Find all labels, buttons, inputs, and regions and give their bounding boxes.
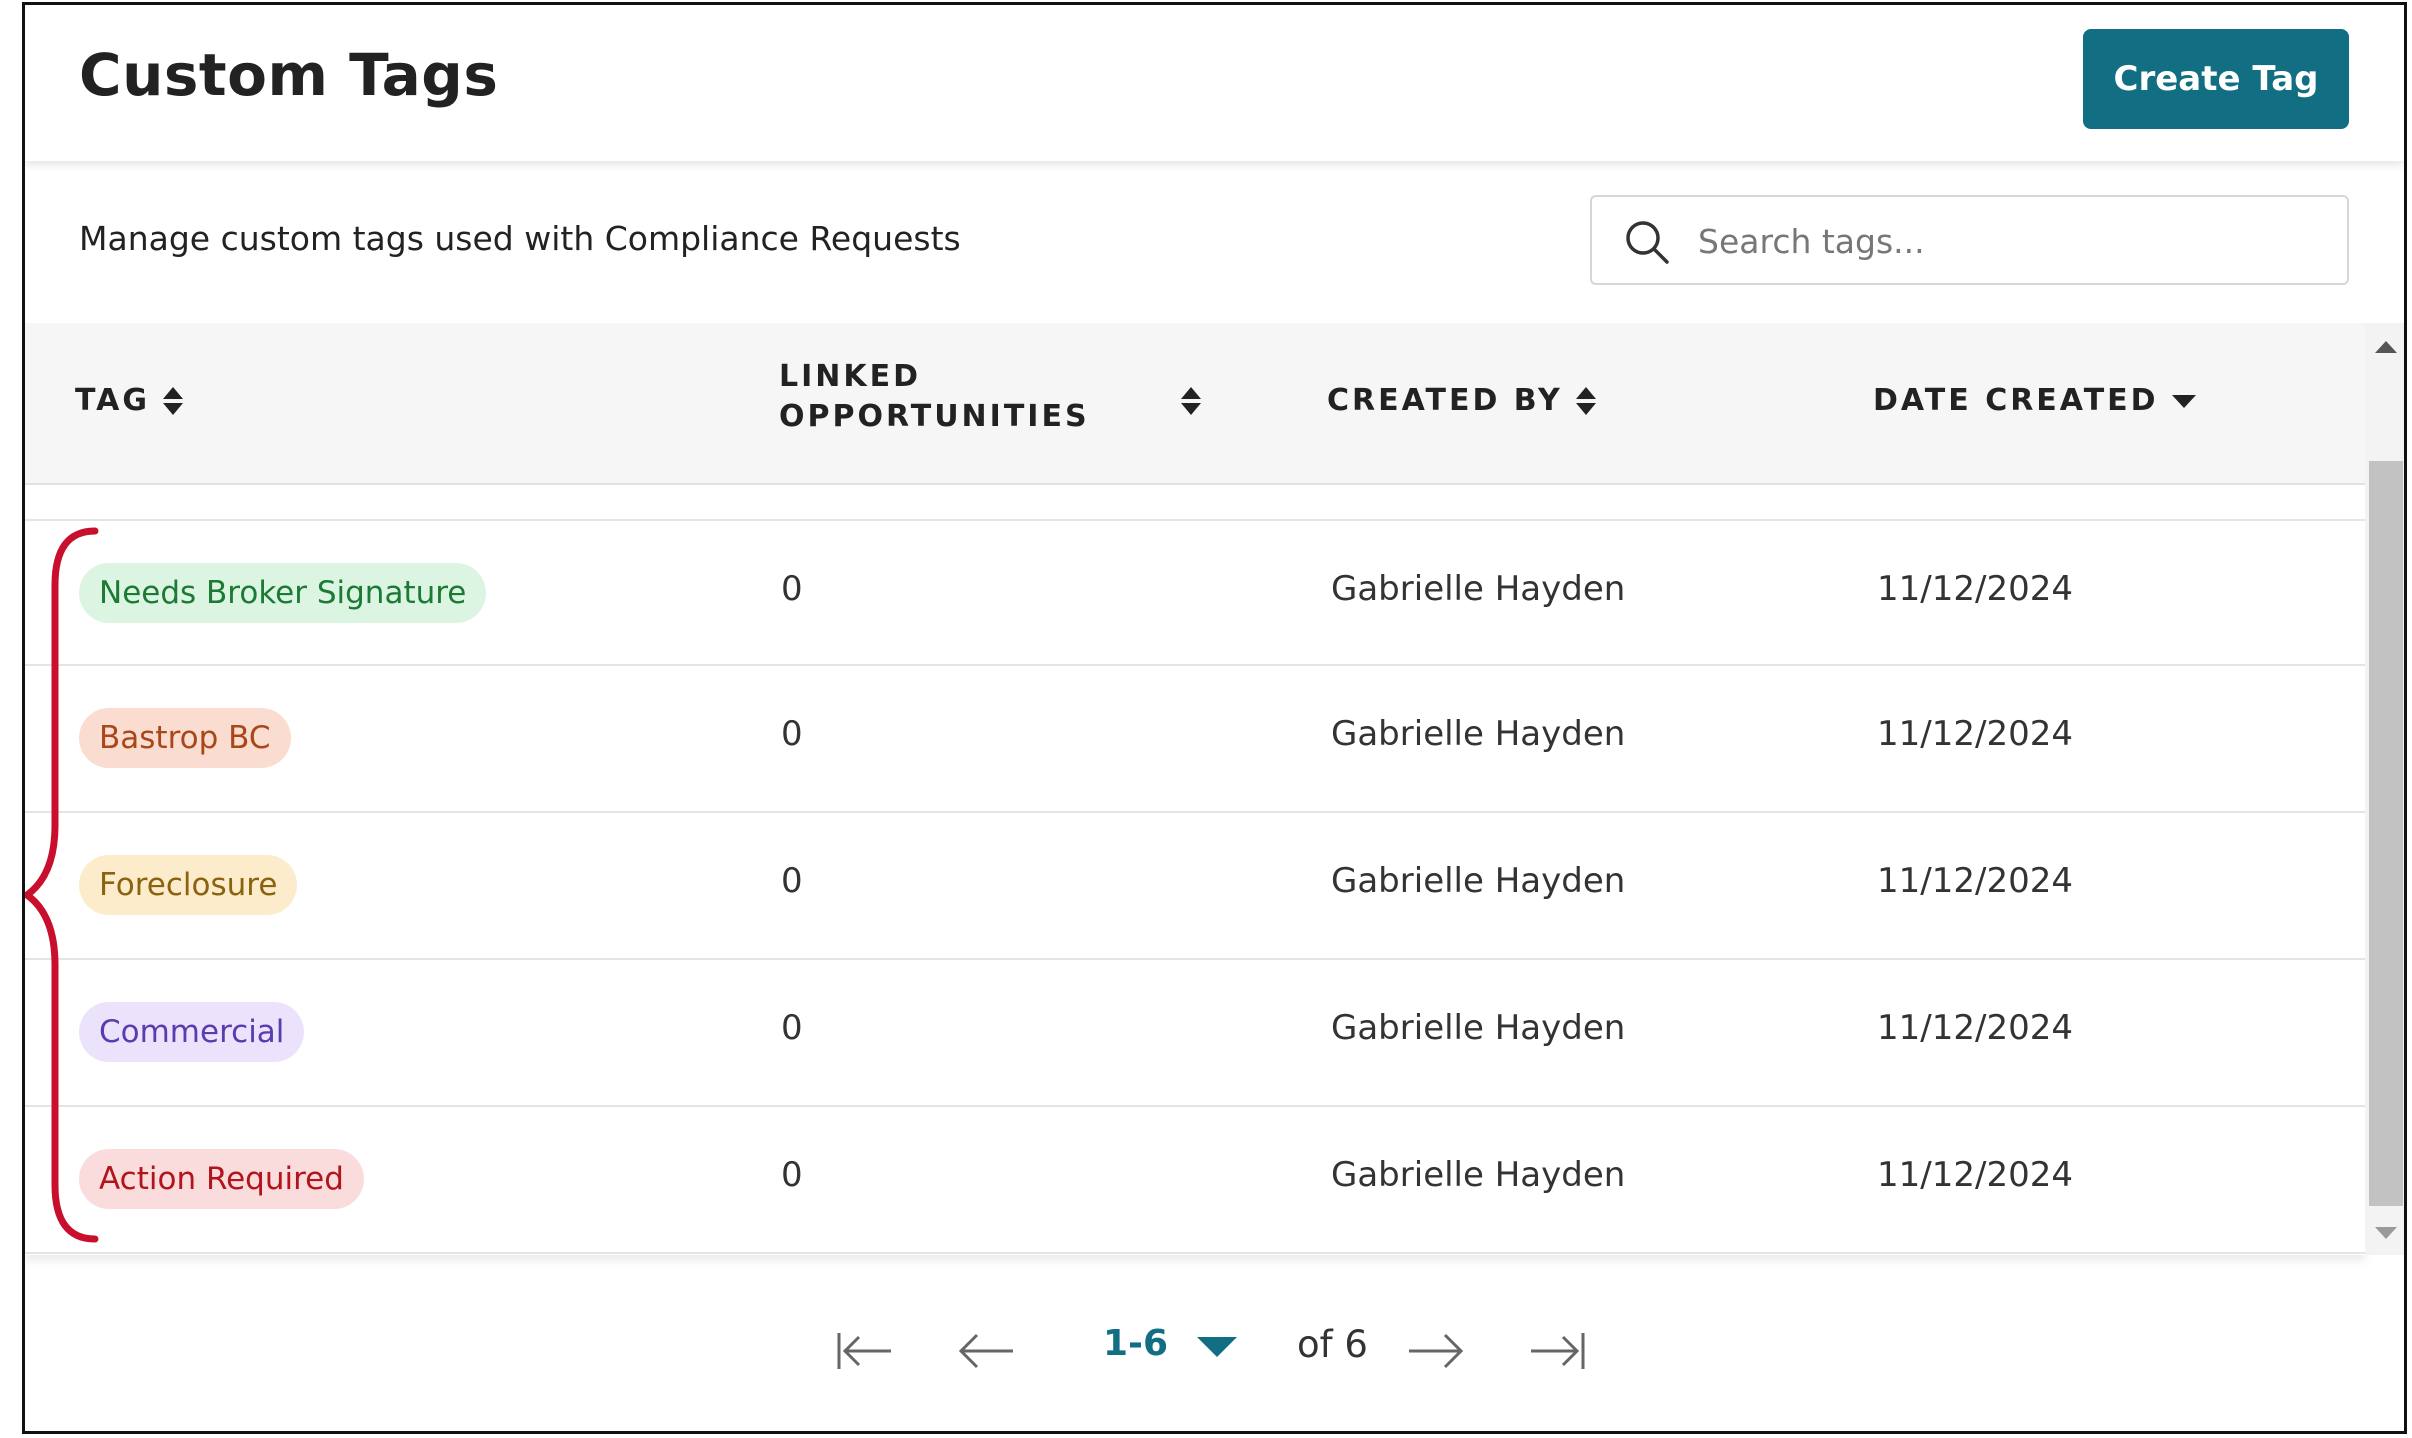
date-created: 11/12/2024 <box>1877 1155 2073 1195</box>
page-header: Custom Tags Create Tag <box>25 5 2404 161</box>
sort-icon[interactable] <box>1180 385 1202 417</box>
sort-icon <box>162 386 183 415</box>
tag-pill[interactable]: Action Required <box>79 1149 364 1209</box>
custom-tags-panel: Custom Tags Create Tag Manage custom tag… <box>22 2 2407 1434</box>
search-input[interactable] <box>1696 207 2320 275</box>
tags-table: TAG LINKED OPPORTUNITIES CREATED BY DATE… <box>25 323 2365 1255</box>
chevron-down-icon[interactable] <box>1197 1337 1237 1357</box>
search-box[interactable] <box>1590 195 2349 285</box>
column-header-label: TAG <box>75 383 150 418</box>
created-by-name: Gabrielle Hayden <box>1331 1155 1626 1195</box>
tag-pill[interactable]: Needs Broker Signature <box>79 563 487 623</box>
date-created: 11/12/2024 <box>1877 1008 2073 1048</box>
column-header-label: OPPORTUNITIES <box>779 399 1090 434</box>
first-page-icon[interactable] <box>833 1327 897 1375</box>
date-created: 11/12/2024 <box>1877 861 2073 901</box>
table-row[interactable]: Bastrop BC 0 Gabrielle Hayden 11/12/2024 <box>25 666 2365 813</box>
linked-opportunities-count: 0 <box>781 861 803 901</box>
table-row[interactable]: Action Required 0 Gabrielle Hayden 11/12… <box>25 1107 2365 1254</box>
tag-pill[interactable]: Commercial <box>79 1002 305 1062</box>
table-header: TAG LINKED OPPORTUNITIES CREATED BY DATE… <box>25 323 2365 485</box>
page-range[interactable]: 1-6 <box>1103 1323 1168 1364</box>
linked-opportunities-count: 0 <box>781 714 803 754</box>
table-row[interactable]: Foreclosure 0 Gabrielle Hayden 11/12/202… <box>25 813 2365 960</box>
pagination: 1-6 of 6 <box>25 1295 2404 1405</box>
sort-icon <box>1575 386 1596 415</box>
created-by-name: Gabrielle Hayden <box>1331 1008 1626 1048</box>
annotation-brace <box>25 527 99 1243</box>
vertical-scrollbar[interactable] <box>2365 323 2404 1255</box>
scroll-up-arrow-icon[interactable] <box>2375 341 2397 353</box>
linked-opportunities-count: 0 <box>781 569 803 609</box>
column-header-date-created[interactable]: DATE CREATED <box>1873 383 2197 418</box>
column-header-created-by[interactable]: CREATED BY <box>1327 383 1597 418</box>
next-page-icon[interactable] <box>1403 1327 1467 1375</box>
table-body: Needs Broker Signature 0 Gabrielle Hayde… <box>25 519 2365 1254</box>
scroll-down-arrow-icon[interactable] <box>2375 1227 2397 1239</box>
table-row[interactable]: Commercial 0 Gabrielle Hayden 11/12/2024 <box>25 960 2365 1107</box>
column-header-label: DATE CREATED <box>1873 383 2159 418</box>
create-tag-button[interactable]: Create Tag <box>2083 29 2349 129</box>
table-row[interactable]: Needs Broker Signature 0 Gabrielle Hayde… <box>25 519 2365 666</box>
created-by-name: Gabrielle Hayden <box>1331 714 1626 754</box>
column-header-tag[interactable]: TAG <box>75 383 184 418</box>
created-by-name: Gabrielle Hayden <box>1331 861 1626 901</box>
page-title: Custom Tags <box>79 41 499 109</box>
scrollbar-thumb[interactable] <box>2369 461 2403 1206</box>
toolbar: Manage custom tags used with Compliance … <box>25 161 2404 323</box>
sort-desc-icon <box>2171 394 2196 408</box>
column-header-linked-opportunities[interactable]: LINKED OPPORTUNITIES <box>779 357 1090 437</box>
tag-pill[interactable]: Bastrop BC <box>79 708 291 768</box>
linked-opportunities-count: 0 <box>781 1008 803 1048</box>
page-description: Manage custom tags used with Compliance … <box>79 219 961 258</box>
last-page-icon[interactable] <box>1525 1327 1589 1375</box>
prev-page-icon[interactable] <box>955 1327 1019 1375</box>
page-total: of 6 <box>1297 1323 1368 1366</box>
created-by-name: Gabrielle Hayden <box>1331 569 1626 609</box>
column-header-label: CREATED BY <box>1327 383 1563 418</box>
tag-pill[interactable]: Foreclosure <box>79 855 298 915</box>
search-icon <box>1626 221 1669 264</box>
linked-opportunities-count: 0 <box>781 1155 803 1195</box>
date-created: 11/12/2024 <box>1877 714 2073 754</box>
column-header-label: LINKED <box>779 359 922 394</box>
date-created: 11/12/2024 <box>1877 569 2073 609</box>
